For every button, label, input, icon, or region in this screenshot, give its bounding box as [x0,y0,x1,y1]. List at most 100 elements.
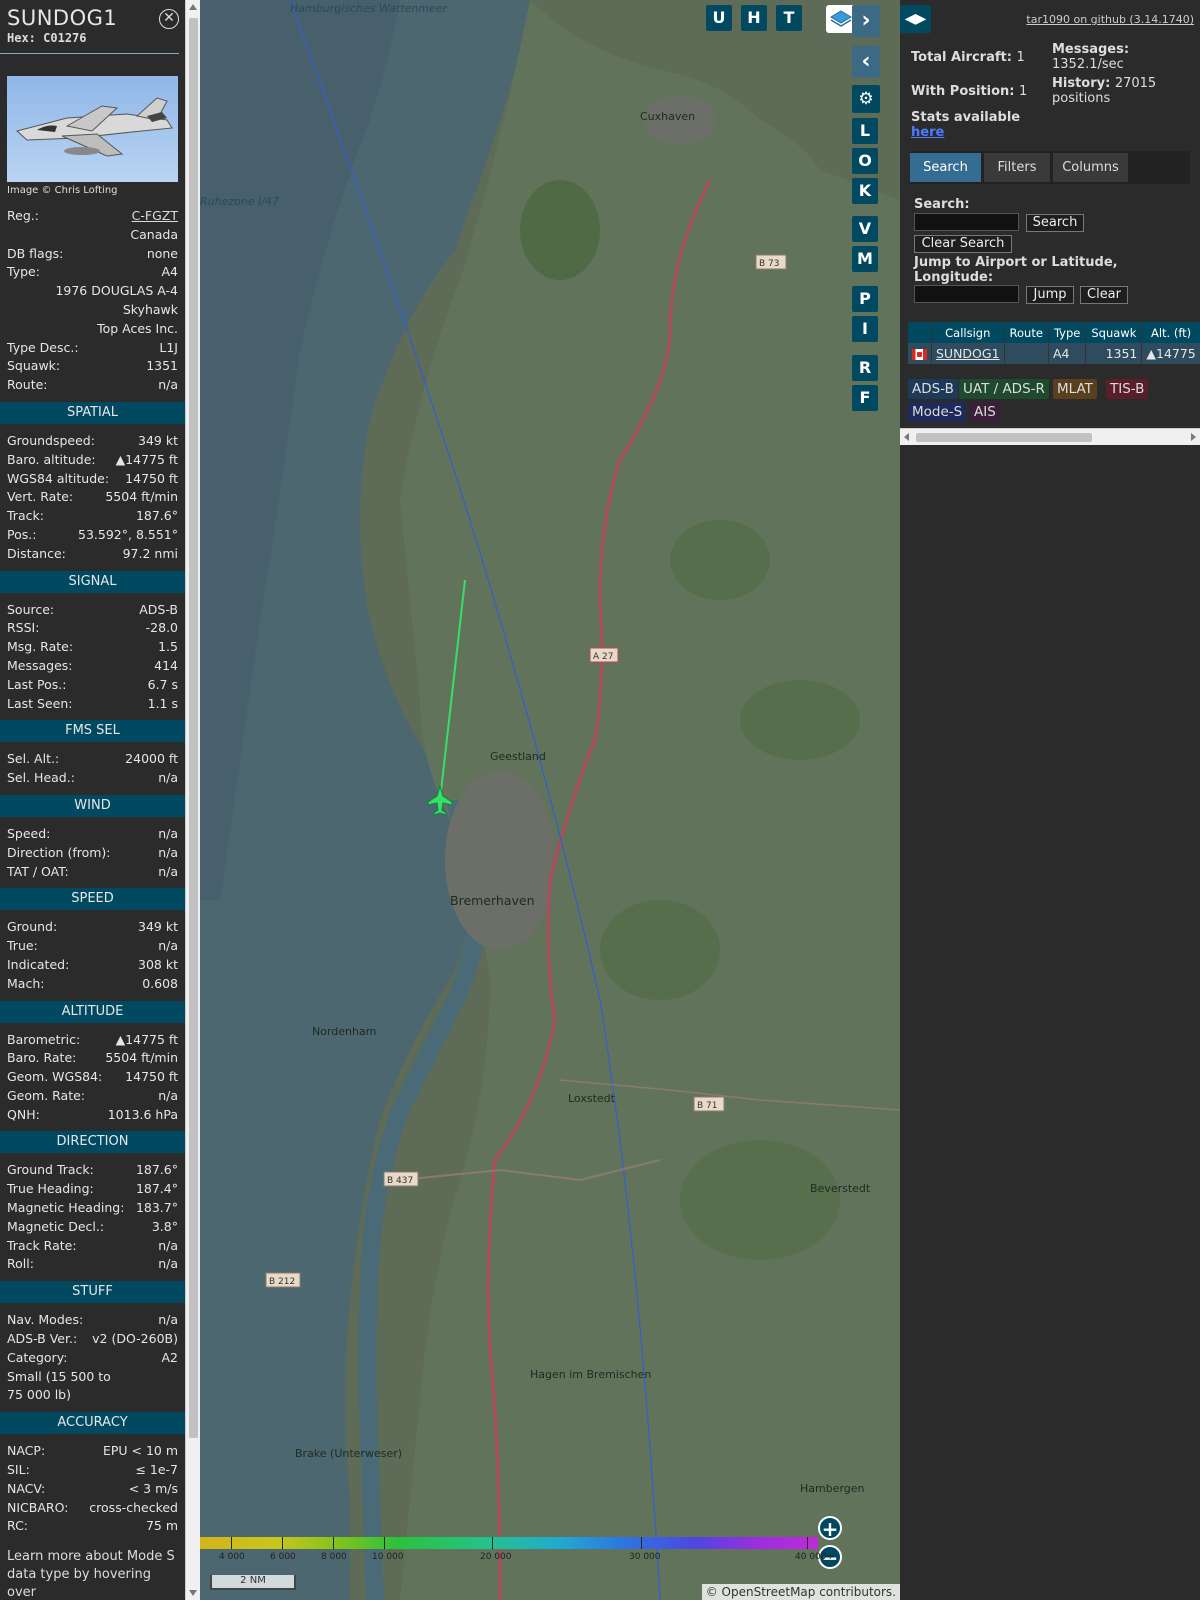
road-label: B 212 [269,1277,295,1287]
info-row: Barometric: ▲14775 ft [7,1031,178,1050]
expand-collapse-button[interactable]: ◀▶ [900,5,931,33]
info-value: 349 kt [138,919,178,935]
info-label: Messages: [7,657,73,673]
map-button-l[interactable]: L [852,118,878,144]
col-header-altitude[interactable]: Alt. (ft) [1141,322,1200,343]
search-input[interactable] [914,213,1019,231]
clear-search-button[interactable]: Clear Search [914,235,1012,253]
legend-label: 20 000 [480,1552,512,1562]
legend-label: 10 000 [372,1552,404,1562]
sidebar-scrollbar[interactable] [185,0,200,1600]
map-button-f[interactable]: F [852,385,878,411]
chevron-right-icon[interactable]: › [852,5,880,37]
col-header-squawk[interactable]: Squawk [1085,322,1143,343]
clear-button[interactable]: Clear [1080,286,1128,304]
info-row: RC: 75 m [7,1517,178,1536]
aircraft-info-rows: Reg.: C-FGZT Canada DB flags: none Type: A4 197… [0,207,185,395]
place-label: Hamburgisches Wattenmeer [290,2,449,15]
scroll-up-icon[interactable] [189,4,197,10]
scroll-down-icon[interactable] [189,1590,197,1596]
section-rows: Source: ADS-B RSSI: -28.0 Msg. Rate: 1.5 Messa… [0,601,185,714]
map-button-m[interactable]: M [852,246,878,272]
scroll-right-icon[interactable] [1191,433,1196,441]
info-label: Last Seen: [7,695,73,711]
info-value: 24000 ft [125,751,178,767]
tab-columns[interactable]: Columns [1053,153,1128,182]
aircraft-table: Callsign Route Type Squawk Alt. (ft) S S… [908,322,1200,364]
map-button-u[interactable]: U [706,5,732,31]
tab-filters[interactable]: Filters [984,153,1050,182]
scroll-left-icon[interactable] [904,433,909,441]
aircraft-photo[interactable] [7,76,178,182]
total-aircraft: Total Aircraft: 1 [911,50,1025,65]
close-icon[interactable]: ✕ [159,9,179,29]
github-link[interactable]: tar1090 on github (3.14.1740) [1026,13,1194,26]
col-header-flag[interactable] [908,322,932,343]
stats-available: Stats available here [911,110,1020,140]
search-button[interactable]: Search [1026,214,1084,232]
map-button-p[interactable]: P [852,286,878,312]
info-value: none [146,245,178,261]
hex-code: Hex: C01276 [7,31,172,45]
learn-more-text: Learn more about Mode S data type by hov… [7,1549,175,1600]
info-value: 349 kt [138,432,178,448]
table-row[interactable]: SUNDOG1 A4 1351 ▲14775 [908,343,1200,364]
legend-tick [282,1537,283,1549]
info-label: Source: [7,601,55,617]
section-header-fms-sel: FMS SEL [0,720,185,743]
info-value: Canada [130,226,178,242]
map-button-o[interactable]: O [852,148,878,174]
map-button-k[interactable]: K [852,178,878,204]
map-button-t[interactable]: T [776,5,802,31]
map-view[interactable]: Hamburgisches Wattenmeer Ruhezone I/47 C… [200,0,900,1600]
road-label: B 437 [387,1176,413,1186]
map-button-v[interactable]: V [852,216,878,242]
info-value: EPU < 10 m [102,1443,178,1459]
settings-gear-icon[interactable]: ⚙ [852,85,880,113]
info-value: 6.7 s [147,676,178,692]
chevron-left-icon[interactable]: ‹ [852,46,880,78]
jump-button[interactable]: Jump [1026,286,1074,304]
total-aircraft-value: 1 [1016,50,1025,65]
col-header-route[interactable]: Route [1004,322,1049,343]
map-scale: 2 NM [210,1575,296,1590]
info-label: Magnetic Decl.: [7,1218,105,1234]
hscroll-thumb[interactable] [916,433,1092,442]
info-label: Type: [7,264,40,280]
info-value: ≤ 1e-7 [135,1462,178,1478]
info-row: Geom. WGS84: 14750 ft [7,1068,178,1087]
info-row: Geom. Rate: n/a [7,1087,178,1106]
tab-search[interactable]: Search [910,153,981,182]
map-button-i[interactable]: I [852,316,878,342]
history-label: History: [1052,76,1111,91]
info-label: Track: [7,508,44,524]
info-row: WGS84 altitude: 14750 ft [7,470,178,489]
stats-link[interactable]: here [911,125,944,140]
scrollbar-thumb[interactable] [189,18,198,1438]
info-label: RSSI: [7,620,40,636]
info-value: 308 kt [138,956,178,972]
table-horizontal-scrollbar[interactable] [900,428,1200,445]
zoom-in-icon[interactable]: + [818,1516,842,1540]
registration-link[interactable]: C-FGZT [132,207,178,226]
info-row: Mach: 0.608 [7,975,178,994]
map-button-h[interactable]: H [741,5,767,31]
info-row: Type: A4 [7,263,178,282]
legend-label: 30 000 [629,1552,661,1562]
row-callsign[interactable]: SUNDOG1 [931,343,1005,364]
info-label: Msg. Rate: [7,639,74,655]
info-row: ADS-B Ver.: v2 (DO-260B) [7,1330,178,1349]
jump-input[interactable] [914,285,1019,303]
col-header-type[interactable]: Type [1048,322,1087,343]
info-row: Source: ADS-B [7,601,178,620]
info-row: TAT / OAT: n/a [7,863,178,882]
col-header-callsign[interactable]: Callsign [931,322,1005,343]
row-type: A4 [1048,343,1087,364]
section-header-altitude: ALTITUDE [0,1000,185,1023]
info-label: RC: [7,1518,29,1534]
legend-tick [641,1537,642,1549]
info-value: n/a [158,1256,178,1272]
info-row: RSSI: -28.0 [7,619,178,638]
map-button-r[interactable]: R [852,355,878,381]
info-label: Pos.: [7,526,37,542]
